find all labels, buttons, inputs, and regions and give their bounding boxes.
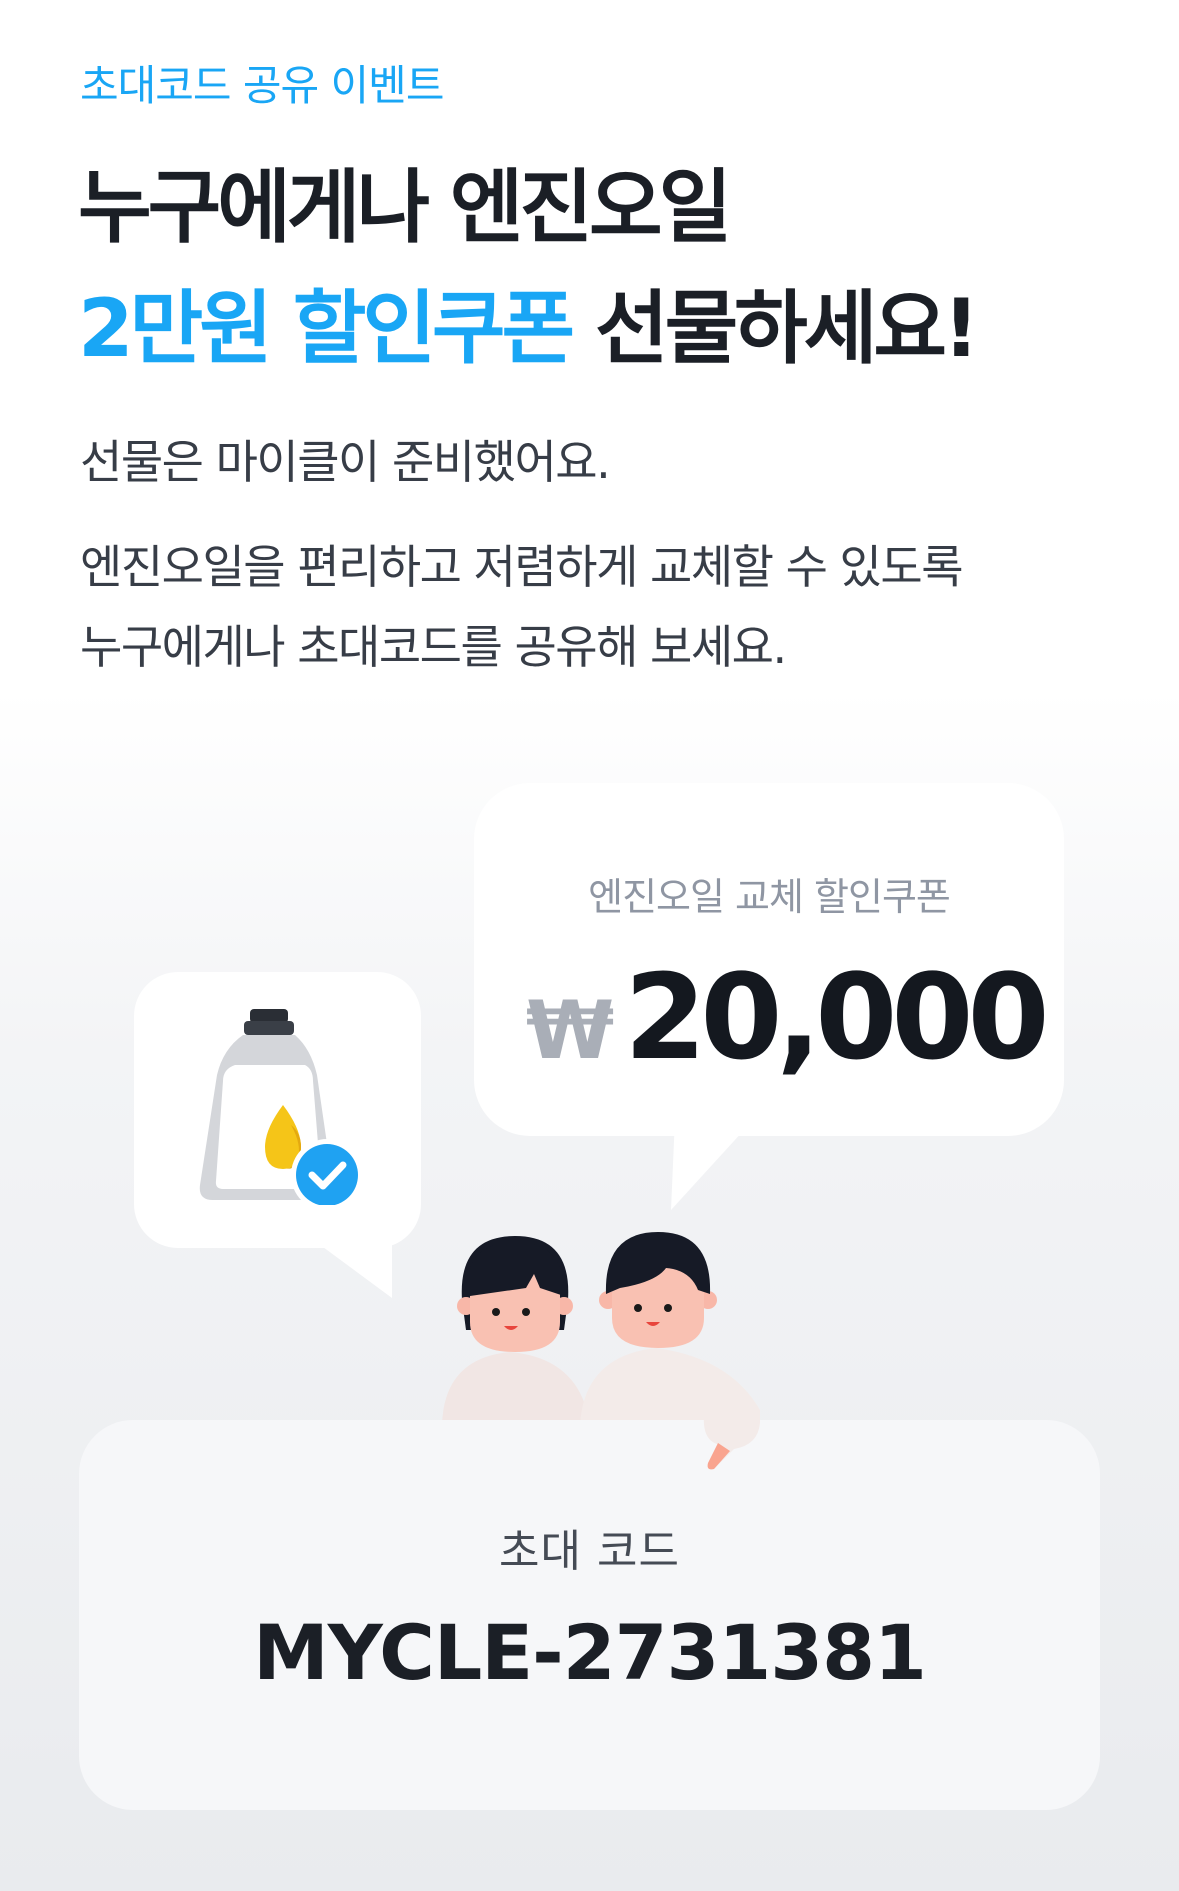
coupon-amount-value: 20,000 bbox=[624, 948, 1049, 1086]
currency-symbol: ₩ bbox=[526, 984, 615, 1077]
engine-oil-bottle-icon bbox=[199, 1009, 363, 1205]
pointing-hand-illustration bbox=[703, 1415, 760, 1470]
two-people-illustration bbox=[442, 1232, 760, 1425]
headline-highlight: 2만원 할인쿠폰 bbox=[78, 282, 575, 375]
headline-rest: 선물하세요! bbox=[571, 282, 980, 375]
coupon-amount: ₩20,000 bbox=[526, 948, 1050, 1086]
event-eyebrow: 초대코드 공유 이벤트 bbox=[80, 61, 444, 110]
invite-code-value[interactable]: MYCLE-2731381 bbox=[79, 1608, 1100, 1697]
headline-line-2: 2만원 할인쿠폰 선물하세요! bbox=[78, 279, 980, 379]
invite-code-label: 초대 코드 bbox=[499, 1526, 680, 1577]
oil-bubble-tail bbox=[300, 1230, 392, 1298]
coupon-label: 엔진오일 교체 할인쿠폰 bbox=[588, 875, 951, 919]
description-line-2: 엔진오일을 편리하고 저렴하게 교체할 수 있도록 bbox=[80, 540, 964, 594]
description-line-3: 누구에게나 초대코드를 공유해 보세요. bbox=[80, 620, 787, 674]
coupon-bubble-tail bbox=[671, 1118, 755, 1210]
description-line-1: 선물은 마이클이 준비했어요. bbox=[80, 435, 611, 489]
headline-line-1: 누구에게나 엔진오일 bbox=[78, 161, 732, 254]
